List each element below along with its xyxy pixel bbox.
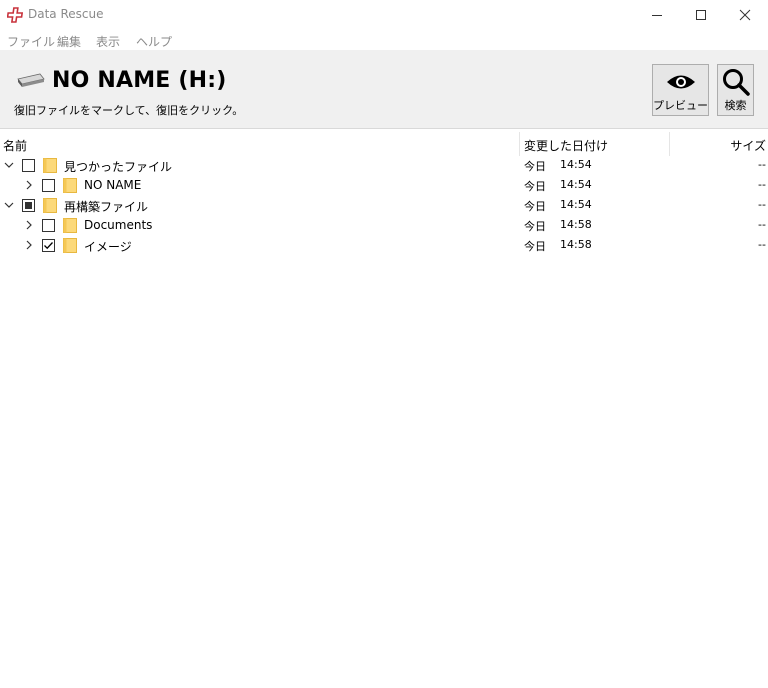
tree-row-documents[interactable]: Documents 今日 14:58 -- xyxy=(0,215,768,235)
item-size: -- xyxy=(758,198,766,211)
search-icon xyxy=(722,69,750,96)
checkbox-checked[interactable] xyxy=(42,239,55,252)
checkmark-icon xyxy=(44,242,53,250)
item-time: 14:54 xyxy=(560,198,592,211)
column-divider[interactable] xyxy=(669,132,670,156)
item-time: 14:58 xyxy=(560,238,592,251)
title-bar: Data Rescue xyxy=(0,0,768,30)
checkbox[interactable] xyxy=(42,219,55,232)
tree-row-images[interactable]: イメージ 今日 14:58 -- xyxy=(0,235,768,255)
search-button[interactable]: 検索 xyxy=(717,64,754,116)
checkbox[interactable] xyxy=(22,159,35,172)
column-header: 名前 変更した日付け サイズ xyxy=(0,131,768,157)
drive-icon xyxy=(17,73,45,87)
checkbox[interactable] xyxy=(42,179,55,192)
app-logo-icon xyxy=(7,7,23,23)
eye-icon xyxy=(666,75,695,89)
item-size: -- xyxy=(758,158,766,171)
item-day: 今日 xyxy=(524,200,546,213)
column-date-header[interactable]: 変更した日付け xyxy=(524,137,608,154)
item-size: -- xyxy=(758,178,766,191)
maximize-button[interactable] xyxy=(678,0,724,30)
item-name: Documents xyxy=(84,218,153,232)
tree-row-reconstructed-files[interactable]: 再構築ファイル 今日 14:54 -- xyxy=(0,195,768,215)
volume-header: NO NAME (H:) 復旧ファイルをマークして、復旧をクリック。 プレビュー… xyxy=(0,50,768,129)
item-size: -- xyxy=(758,218,766,231)
close-button[interactable] xyxy=(722,0,768,30)
item-day: 今日 xyxy=(524,240,546,253)
item-day: 今日 xyxy=(524,160,546,173)
item-name: 再構築ファイル xyxy=(64,200,149,214)
menu-view[interactable]: 表示 xyxy=(96,33,120,50)
column-name-header[interactable]: 名前 xyxy=(3,137,27,154)
minimize-icon xyxy=(652,15,662,16)
item-name: イメージ xyxy=(84,240,132,254)
menu-bar: ファイル 編集 表示 ヘルプ xyxy=(0,30,768,50)
item-size: -- xyxy=(758,238,766,251)
item-day: 今日 xyxy=(524,220,546,233)
chevron-down-icon[interactable] xyxy=(3,159,15,171)
close-icon xyxy=(739,9,751,21)
item-name: NO NAME xyxy=(84,178,142,192)
preview-button[interactable]: プレビュー xyxy=(652,64,709,116)
item-day: 今日 xyxy=(524,180,546,193)
chevron-right-icon[interactable] xyxy=(23,179,35,191)
item-time: 14:58 xyxy=(560,218,592,231)
window-title: Data Rescue xyxy=(28,7,104,21)
column-size-header[interactable]: サイズ xyxy=(730,137,766,154)
chevron-right-icon[interactable] xyxy=(23,219,35,231)
menu-help[interactable]: ヘルプ xyxy=(136,33,172,50)
maximize-icon xyxy=(696,10,706,20)
search-label: 検索 xyxy=(724,99,747,112)
chevron-right-icon[interactable] xyxy=(23,239,35,251)
tree-row-no-name[interactable]: NO NAME 今日 14:54 -- xyxy=(0,175,768,195)
folder-icon xyxy=(63,218,77,233)
minimize-button[interactable] xyxy=(634,0,680,30)
folder-icon xyxy=(43,158,57,173)
menu-file[interactable]: ファイル xyxy=(7,33,55,50)
volume-title: NO NAME (H:) xyxy=(52,68,227,93)
preview-label: プレビュー xyxy=(653,99,708,112)
folder-icon xyxy=(63,178,77,193)
instruction-text: 復旧ファイルをマークして、復旧をクリック。 xyxy=(14,104,244,117)
tree-row-found-files[interactable]: 見つかったファイル 今日 14:54 -- xyxy=(0,155,768,175)
folder-icon xyxy=(43,198,57,213)
checkbox-partial[interactable] xyxy=(22,199,35,212)
menu-edit[interactable]: 編集 xyxy=(57,33,81,50)
folder-icon xyxy=(63,238,77,253)
item-time: 14:54 xyxy=(560,178,592,191)
column-divider[interactable] xyxy=(519,132,520,156)
item-name: 見つかったファイル xyxy=(64,160,173,174)
chevron-down-icon[interactable] xyxy=(3,199,15,211)
item-time: 14:54 xyxy=(560,158,592,171)
